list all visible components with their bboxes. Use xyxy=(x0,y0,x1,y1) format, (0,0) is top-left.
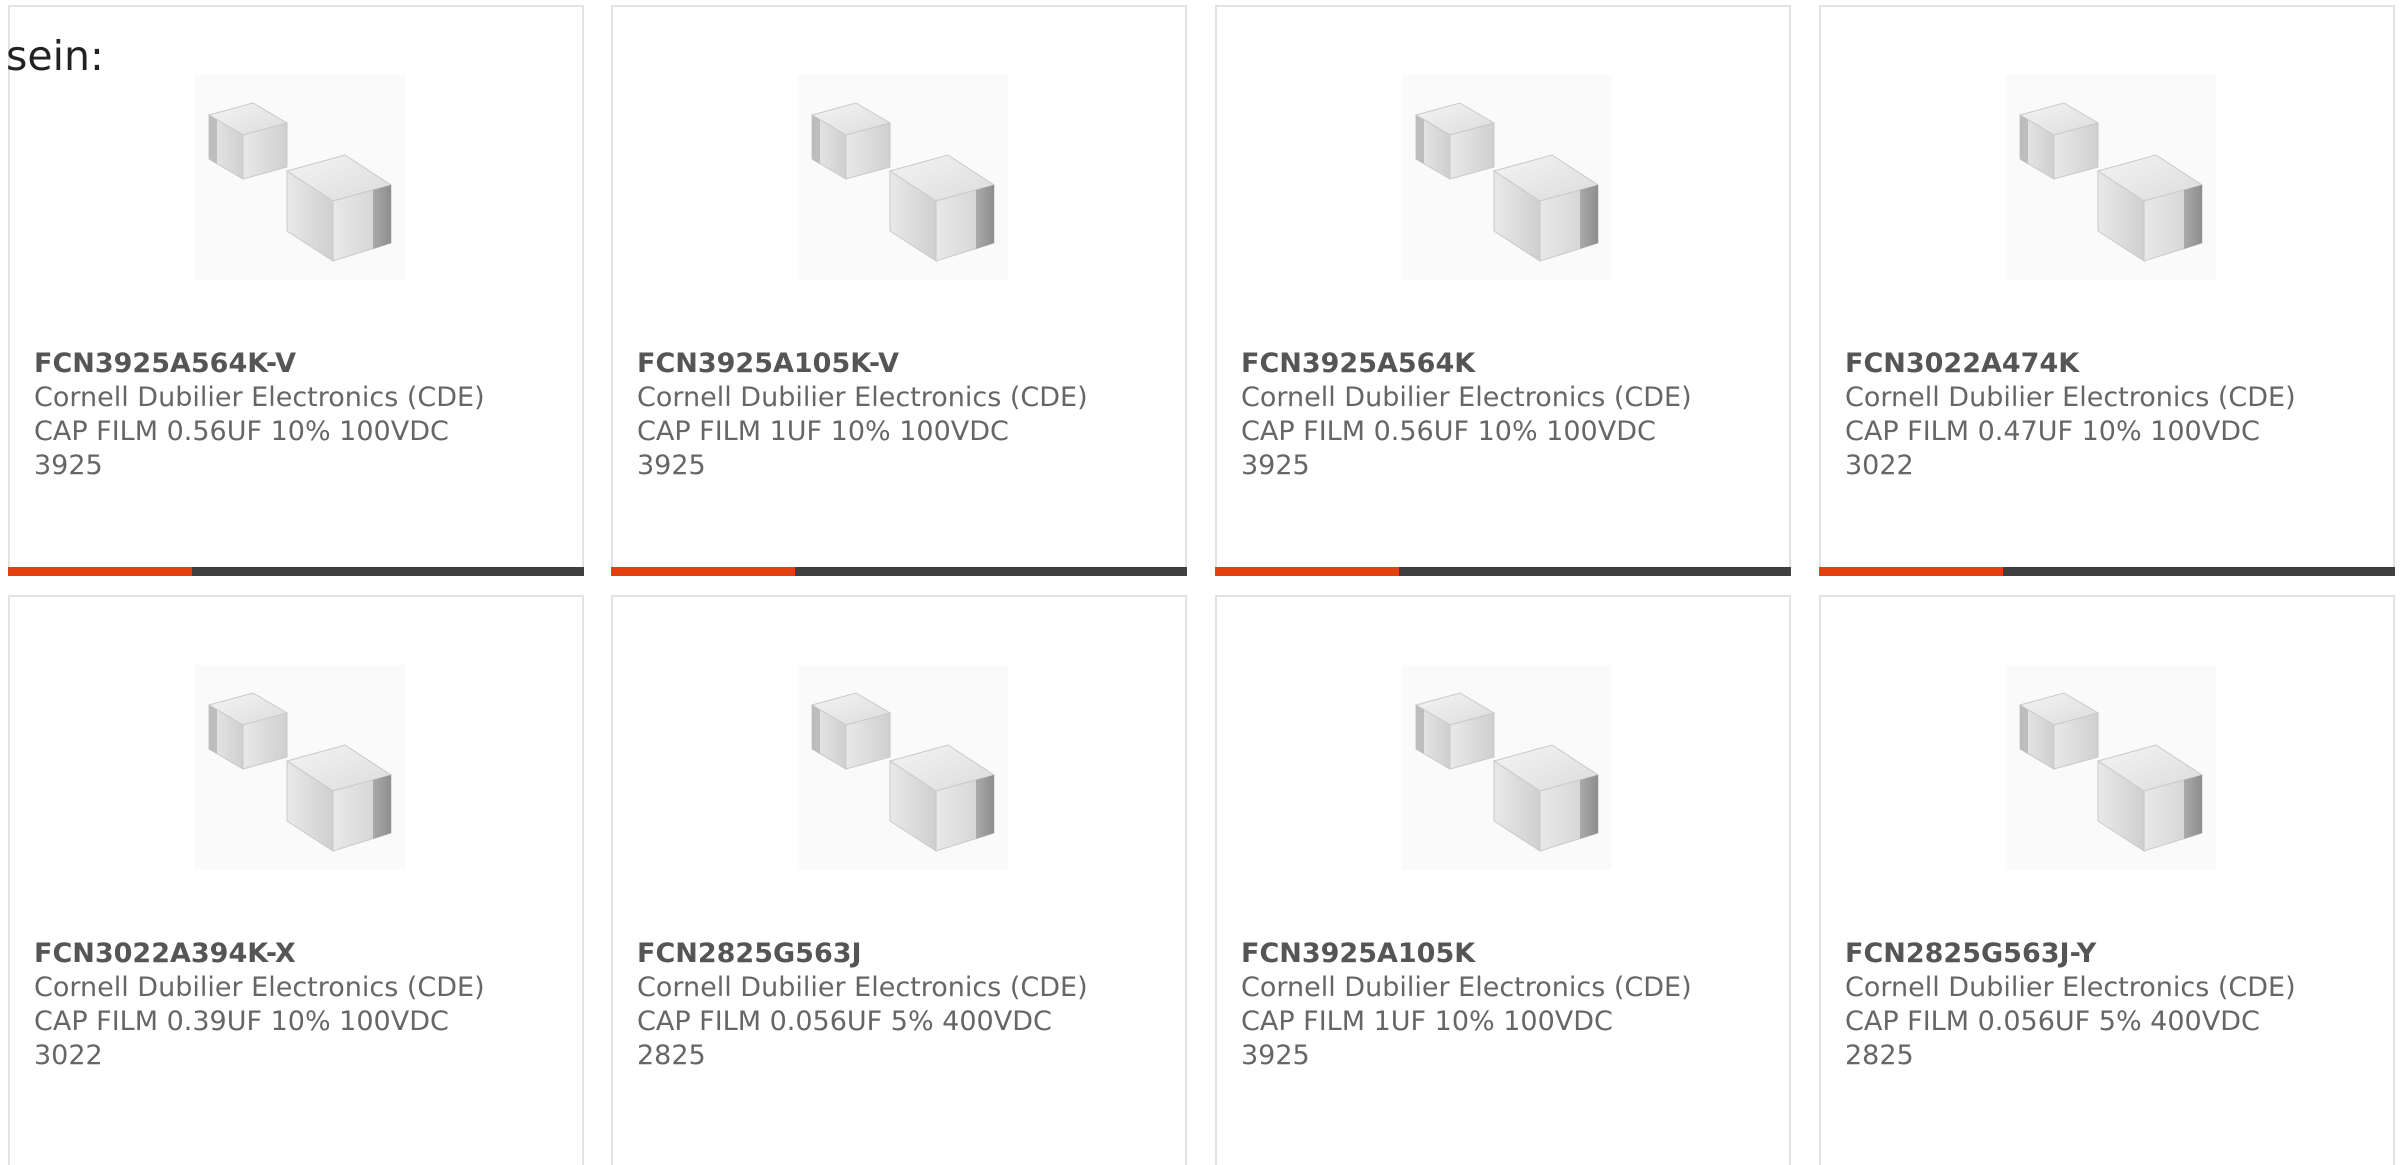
product-info: FCN3022A474K Cornell Dubilier Electronic… xyxy=(1845,347,2365,483)
film-capacitor-image[interactable] xyxy=(195,665,405,870)
progress-bar-fill xyxy=(1819,567,2004,576)
product-description: CAP FILM 1UF 10% 100VDC 3925 xyxy=(1241,1006,1613,1071)
product-card[interactable]: FCN2825G563J Cornell Dubilier Electronic… xyxy=(611,595,1187,1165)
product-description: CAP FILM 0.056UF 5% 400VDC 2825 xyxy=(637,1006,1052,1071)
manufacturer-name: Cornell Dubilier Electronics (CDE) xyxy=(637,382,1088,413)
part-number-link[interactable]: FCN3022A394K-X xyxy=(34,938,296,969)
product-info: FCN2825G563J-Y Cornell Dubilier Electron… xyxy=(1845,937,2365,1073)
progress-bar-fill xyxy=(611,567,796,576)
part-number-link[interactable]: FCN3925A105K xyxy=(1241,938,1475,969)
product-info: FCN3925A105K-V Cornell Dubilier Electron… xyxy=(637,347,1157,483)
product-card[interactable]: FCN3022A474K Cornell Dubilier Electronic… xyxy=(1819,5,2395,576)
product-info: FCN3925A564K-V Cornell Dubilier Electron… xyxy=(34,347,554,483)
film-capacitor-image[interactable] xyxy=(798,665,1008,870)
manufacturer-name: Cornell Dubilier Electronics (CDE) xyxy=(34,382,485,413)
product-info: FCN3925A105K Cornell Dubilier Electronic… xyxy=(1241,937,1761,1073)
product-description: CAP FILM 0.56UF 10% 100VDC 3925 xyxy=(34,416,449,481)
product-info: FCN2825G563J Cornell Dubilier Electronic… xyxy=(637,937,1157,1073)
film-capacitor-image[interactable] xyxy=(1402,665,1612,870)
product-description: CAP FILM 0.056UF 5% 400VDC 2825 xyxy=(1845,1006,2260,1071)
product-card[interactable]: FCN3022A394K-X Cornell Dubilier Electron… xyxy=(8,595,584,1165)
product-description: CAP FILM 1UF 10% 100VDC 3925 xyxy=(637,416,1009,481)
product-card[interactable]: FCN3925A564K Cornell Dubilier Electronic… xyxy=(1215,5,1791,576)
product-description: CAP FILM 0.47UF 10% 100VDC 3022 xyxy=(1845,416,2260,481)
progress-bar xyxy=(8,567,584,576)
product-card[interactable]: FCN3925A105K-V Cornell Dubilier Electron… xyxy=(611,5,1187,576)
progress-bar xyxy=(1215,567,1791,576)
manufacturer-name: Cornell Dubilier Electronics (CDE) xyxy=(1241,382,1692,413)
product-description: CAP FILM 0.56UF 10% 100VDC 3925 xyxy=(1241,416,1656,481)
part-number-link[interactable]: FCN3925A564K-V xyxy=(34,348,296,379)
product-card[interactable]: FCN2825G563J-Y Cornell Dubilier Electron… xyxy=(1819,595,2395,1165)
film-capacitor-image[interactable] xyxy=(195,75,405,280)
progress-bar-fill xyxy=(1215,567,1400,576)
part-number-link[interactable]: FCN2825G563J xyxy=(637,938,862,969)
product-card[interactable]: FCN3925A564K-V Cornell Dubilier Electron… xyxy=(8,5,584,576)
intro-text: sein: xyxy=(6,32,104,80)
product-description: CAP FILM 0.39UF 10% 100VDC 3022 xyxy=(34,1006,449,1071)
part-number-link[interactable]: FCN3925A105K-V xyxy=(637,348,899,379)
product-card[interactable]: FCN3925A105K Cornell Dubilier Electronic… xyxy=(1215,595,1791,1165)
film-capacitor-image[interactable] xyxy=(798,75,1008,280)
film-capacitor-image[interactable] xyxy=(2006,665,2216,870)
part-number-link[interactable]: FCN3925A564K xyxy=(1241,348,1475,379)
product-info: FCN3022A394K-X Cornell Dubilier Electron… xyxy=(34,937,554,1073)
film-capacitor-image[interactable] xyxy=(2006,75,2216,280)
product-info: FCN3925A564K Cornell Dubilier Electronic… xyxy=(1241,347,1761,483)
part-number-link[interactable]: FCN3022A474K xyxy=(1845,348,2079,379)
manufacturer-name: Cornell Dubilier Electronics (CDE) xyxy=(1845,972,2296,1003)
part-number-link[interactable]: FCN2825G563J-Y xyxy=(1845,938,2096,969)
manufacturer-name: Cornell Dubilier Electronics (CDE) xyxy=(1241,972,1692,1003)
manufacturer-name: Cornell Dubilier Electronics (CDE) xyxy=(637,972,1088,1003)
manufacturer-name: Cornell Dubilier Electronics (CDE) xyxy=(34,972,485,1003)
progress-bar xyxy=(1819,567,2395,576)
film-capacitor-image[interactable] xyxy=(1402,75,1612,280)
progress-bar xyxy=(611,567,1187,576)
manufacturer-name: Cornell Dubilier Electronics (CDE) xyxy=(1845,382,2296,413)
progress-bar-fill xyxy=(8,567,193,576)
